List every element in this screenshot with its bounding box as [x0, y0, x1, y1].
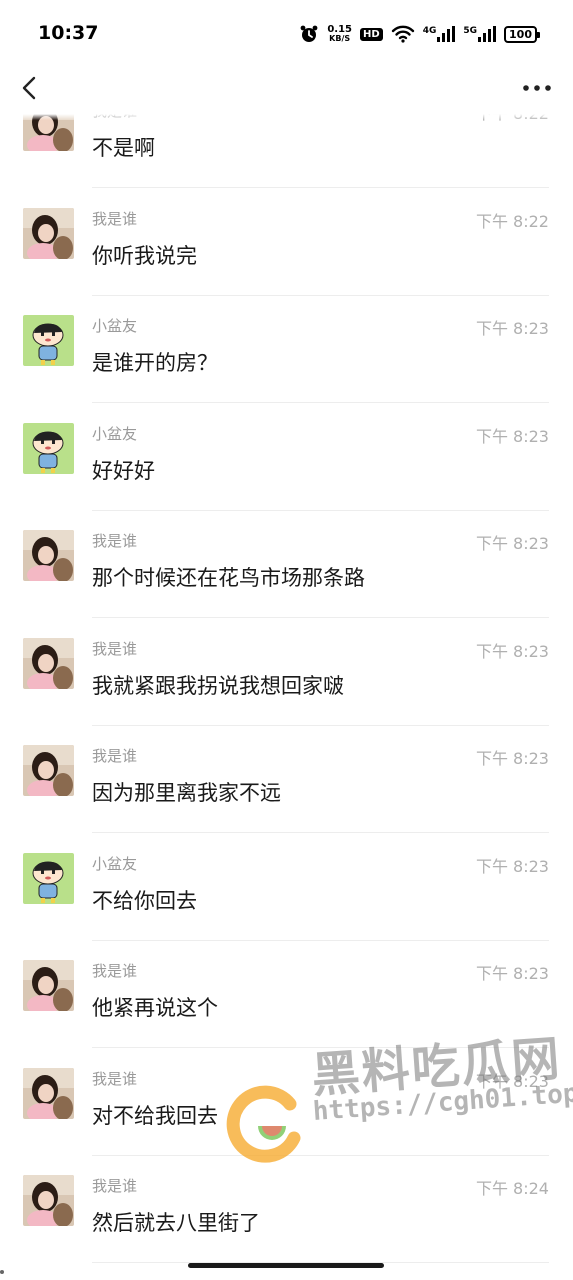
message-time: 下午 8:23 [475, 964, 549, 983]
message-item[interactable]: 我是谁 下午 8:23 那个时候还在花鸟市场那条路 [0, 510, 573, 618]
message-time: 下午 8:23 [475, 856, 549, 876]
scroll-fade [0, 114, 573, 120]
message-time: 下午 8:22 [475, 211, 549, 231]
sender-name: 我是谁 [92, 532, 138, 550]
signal-bars-1 [437, 26, 456, 42]
message-time: 下午 8:23 [475, 534, 549, 553]
message-text[interactable]: 我就紧跟我拐说我想回家啵 [92, 670, 344, 700]
message-time: 下午 8:23 [475, 749, 549, 768]
hd-volte-icon: HD [360, 27, 383, 41]
net-speed: 0.15 KB/S [327, 24, 353, 44]
message-item[interactable]: 小盆友 下午 8:23 好好好 [0, 403, 573, 511]
sender-name: 小盆友 [92, 317, 138, 335]
home-indicator[interactable] [188, 1263, 384, 1268]
signal-bars-2 [478, 26, 496, 42]
sender-name: 我是谁 [92, 639, 138, 658]
message-text[interactable]: 他紧再说这个 [92, 992, 218, 1022]
message-time: 下午 8:24 [475, 1179, 549, 1198]
wifi-icon [391, 25, 414, 43]
sender-name: 我是谁 [92, 1177, 138, 1195]
sim2-label: 5G [463, 26, 477, 36]
message-text[interactable]: 然后就去八里街了 [92, 1207, 260, 1237]
signal-5g-icon: 5G [463, 26, 496, 42]
sender-name: 小盆友 [92, 854, 138, 873]
back-button[interactable] [14, 70, 50, 106]
message-time: 下午 8:23 [475, 426, 549, 446]
avatar[interactable] [23, 1175, 74, 1226]
message-item[interactable]: 我是谁 下午 8:23 我就紧跟我拐说我想回家啵 [0, 618, 573, 726]
message-time: 下午 8:23 [475, 319, 549, 338]
avatar[interactable] [23, 315, 74, 366]
message-time: 下午 8:23 [475, 641, 549, 661]
signal-4g-icon: 4G [423, 26, 456, 42]
message-item[interactable]: 我是谁 下午 8:24 然后就去八里街了 [0, 1155, 573, 1263]
avatar[interactable] [23, 745, 74, 796]
message-text[interactable]: 对不给我回去 [92, 1100, 218, 1130]
nav-bar [0, 64, 573, 114]
battery-level: 100 [509, 27, 532, 41]
more-dots-icon [523, 85, 551, 91]
message-text[interactable]: 不给你回去 [92, 885, 197, 915]
sim1-label: 4G [422, 26, 437, 36]
message-item[interactable]: 我是谁 下午 8:22 你听我说完 [0, 188, 573, 296]
message-item[interactable]: 小盆友 下午 8:23 是谁开的房？ [0, 295, 573, 403]
avatar[interactable] [23, 852, 74, 904]
status-icons: 0.15 KB/S HD 4G 5G 100 [299, 22, 540, 46]
avatar[interactable] [23, 207, 74, 259]
avatar[interactable] [23, 530, 74, 581]
message-text[interactable]: 是谁开的房？ [92, 347, 218, 377]
sender-name: 我是谁 [92, 747, 138, 765]
battery-icon: 100 [504, 25, 540, 43]
avatar[interactable] [23, 960, 74, 1011]
net-speed-value: 0.15 [327, 24, 353, 35]
sender-name: 小盆友 [92, 424, 138, 443]
message-text[interactable]: 你听我说完 [92, 240, 197, 270]
watermark-logo [226, 1085, 301, 1163]
avatar[interactable] [23, 422, 74, 474]
message-item[interactable]: 小盆友 下午 8:23 不给你回去 [0, 833, 573, 941]
message-text[interactable]: 不是啊 [92, 132, 155, 162]
avatar[interactable] [23, 1067, 74, 1119]
message-text[interactable]: 好好好 [92, 455, 155, 485]
sender-name: 我是谁 [92, 962, 138, 980]
message-text[interactable]: 那个时候还在花鸟市场那条路 [92, 562, 365, 592]
chevron-left-icon [22, 76, 36, 100]
alarm-icon [300, 25, 318, 42]
message-item[interactable]: 我是谁 下午 8:23 因为那里离我家不远 [0, 725, 573, 833]
sender-name: 我是谁 [92, 209, 138, 228]
message-text[interactable]: 因为那里离我家不远 [92, 777, 281, 807]
status-time: 10:37 [38, 22, 99, 44]
avatar[interactable] [23, 637, 74, 689]
sender-name: 我是谁 [92, 1069, 138, 1088]
more-button[interactable] [519, 70, 555, 106]
bottom-dot [0, 1270, 4, 1274]
status-bar: 10:37 0.15 KB/S HD 4G 5G 100 [0, 0, 573, 64]
net-speed-unit: KB/S [329, 34, 351, 43]
